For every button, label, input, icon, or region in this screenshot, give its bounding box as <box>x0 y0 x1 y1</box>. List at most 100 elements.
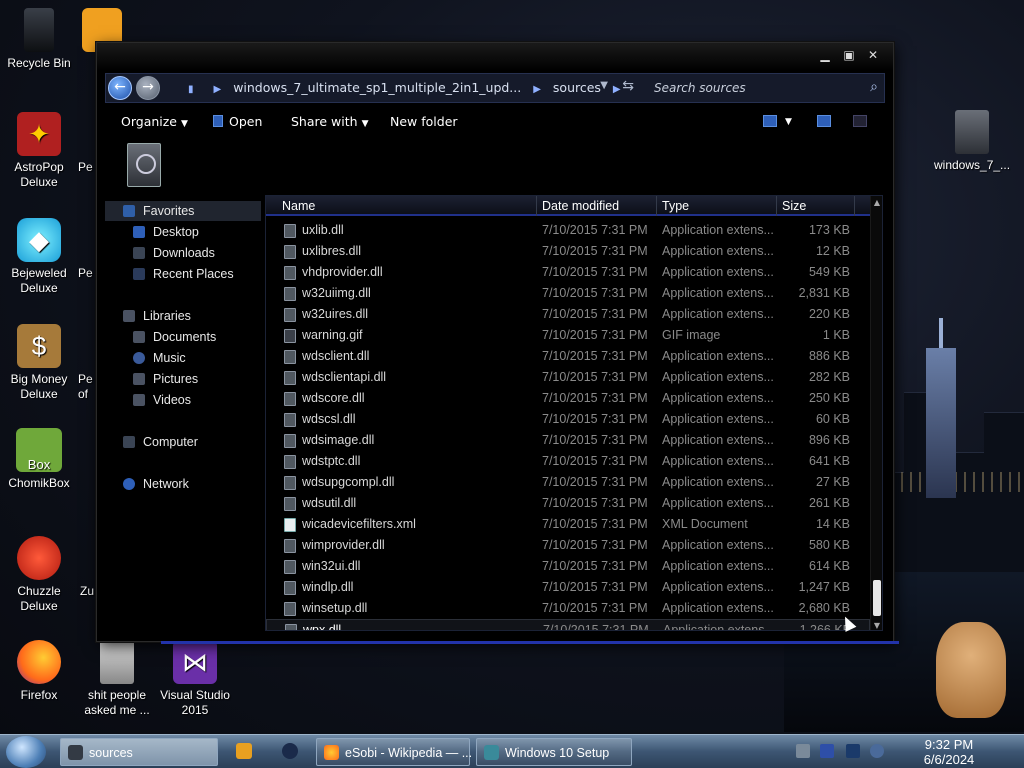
nav-favorites[interactable]: Favorites <box>105 201 261 221</box>
desktop-icon-chuzzle[interactable]: Chuzzle Deluxe <box>1 536 77 614</box>
file-list[interactable]: Name Date modified Type Size uxlib.dll 7/… <box>265 195 883 631</box>
tray-icon-network[interactable] <box>796 744 810 758</box>
minimize-button[interactable]: ▁ <box>815 48 835 62</box>
nav-downloads[interactable]: Downloads <box>133 243 215 263</box>
breadcrumb-segment[interactable]: sources <box>553 80 601 95</box>
share-with-button[interactable]: Share with ▼ <box>291 114 369 129</box>
tray-icon-display[interactable] <box>846 744 860 758</box>
file-row[interactable]: win32ui.dll 7/10/2015 7:31 PM Application … <box>266 556 870 577</box>
column-divider[interactable] <box>656 196 657 216</box>
desktop-icon-firefox[interactable]: Firefox <box>1 640 77 703</box>
file-row[interactable]: uxlib.dll 7/10/2015 7:31 PM Application ex… <box>266 220 870 241</box>
media-player-icon[interactable] <box>236 743 252 759</box>
close-button[interactable]: ✕ <box>863 48 883 62</box>
nav-network[interactable]: Network <box>123 474 189 494</box>
file-icon <box>284 287 296 301</box>
desktop-icon-astropop[interactable]: ✦ AstroPop Deluxe <box>1 112 77 190</box>
nav-libraries[interactable]: Libraries <box>123 306 191 326</box>
nav-pictures[interactable]: Pictures <box>133 369 198 389</box>
address-dropdown-icon[interactable]: ▼ <box>600 80 608 91</box>
file-row[interactable]: wdsimage.dll 7/10/2015 7:31 PM Application… <box>266 430 870 451</box>
file-type: Application extens... <box>662 412 774 426</box>
back-button[interactable]: ← <box>108 76 132 100</box>
preview-pane-button[interactable] <box>817 115 831 127</box>
hamster-gadget[interactable] <box>936 622 1006 718</box>
desktop-icon-big-money[interactable]: $ Big Money Deluxe <box>1 324 77 402</box>
address-bar[interactable]: ▮ ▶ windows_7_ultimate_sp1_multiple_2in1… <box>180 74 629 102</box>
forward-button[interactable]: → <box>136 76 160 100</box>
scroll-down-icon[interactable]: ▼ <box>871 621 882 630</box>
file-row[interactable]: warning.gif 7/10/2015 7:31 PM GIF image 1 K… <box>266 325 870 346</box>
title-bar[interactable]: ▁ ▣ ✕ <box>97 43 893 71</box>
column-divider[interactable] <box>776 196 777 216</box>
desktop-icon-recycle-bin[interactable]: Recycle Bin <box>1 8 77 71</box>
file-row[interactable]: w32uiimg.dll 7/10/2015 7:31 PM Application… <box>266 283 870 304</box>
change-view-button[interactable] <box>763 115 777 127</box>
file-size: 27 KB <box>815 475 850 489</box>
file-row[interactable]: wdsclient.dll 7/10/2015 7:31 PM Applicatio… <box>266 346 870 367</box>
nav-videos[interactable]: Videos <box>133 390 191 410</box>
file-row[interactable]: uxlibres.dll 7/10/2015 7:31 PM Application… <box>266 241 870 262</box>
nav-recent-places[interactable]: Recent Places <box>133 264 234 284</box>
app-quicklaunch-icon[interactable] <box>282 743 298 759</box>
taskbar-button-sources[interactable]: sources <box>60 738 218 766</box>
file-row[interactable]: w32uires.dll 7/10/2015 7:31 PM Application… <box>266 304 870 325</box>
file-row[interactable]: wdsclientapi.dll 7/10/2015 7:31 PM Applica… <box>266 367 870 388</box>
file-row[interactable]: wdscsl.dll 7/10/2015 7:31 PM Application e… <box>266 409 870 430</box>
column-header-name[interactable]: Name <box>282 199 315 213</box>
refresh-icon[interactable]: ⇆ <box>622 78 634 94</box>
vertical-scrollbar[interactable]: ▲ ▼ <box>870 196 882 630</box>
file-row[interactable]: wdstptc.dll 7/10/2015 7:31 PM Application … <box>266 451 870 472</box>
column-divider[interactable] <box>854 196 855 216</box>
tray-icon-shield[interactable] <box>820 744 834 758</box>
volume-icon[interactable] <box>870 744 884 758</box>
taskbar-button-windows-setup[interactable]: Windows 10 Setup <box>476 738 632 766</box>
view-options-chevron-icon[interactable]: ▼ <box>785 117 792 127</box>
file-icon <box>284 497 296 511</box>
desktop-icon-bejeweled[interactable]: ◆ Bejeweled Deluxe <box>1 218 77 296</box>
search-icon[interactable]: ⌕ <box>870 79 878 95</box>
file-row[interactable]: wdsupgcompl.dll 7/10/2015 7:31 PM Applicat… <box>266 472 870 493</box>
nav-computer[interactable]: Computer <box>123 432 198 452</box>
column-header-type[interactable]: Type <box>662 199 689 213</box>
desktop-icon-folder-shit-people[interactable]: shit people asked me ... <box>79 640 155 718</box>
start-button[interactable] <box>6 736 46 768</box>
maximize-button[interactable]: ▣ <box>839 48 859 62</box>
explorer-window[interactable]: ▁ ▣ ✕ ← → ▮ ▶ windows_7_ultimate_sp1_mul… <box>96 42 899 644</box>
file-row[interactable]: wdsutil.dll 7/10/2015 7:31 PM Application … <box>266 493 870 514</box>
nav-desktop[interactable]: Desktop <box>133 222 199 242</box>
new-folder-button[interactable]: New folder <box>390 114 458 129</box>
chevron-right-icon[interactable]: ▶ <box>533 84 541 95</box>
taskbar-button-esobi[interactable]: eSobi - Wikipedia — ... <box>316 738 472 766</box>
nav-music[interactable]: Music <box>133 348 186 368</box>
file-row[interactable]: wpx.dll 7/10/2015 7:31 PM Application exte… <box>266 619 870 631</box>
file-row[interactable]: wimprovider.dll 7/10/2015 7:31 PM Applicat… <box>266 535 870 556</box>
breadcrumb-segment[interactable]: windows_7_ultimate_sp1_multiple_2in1_upd… <box>233 80 521 95</box>
column-header-date[interactable]: Date modified <box>542 199 619 213</box>
scroll-up-icon[interactable]: ▲ <box>871 198 882 207</box>
desktop-icon-visual-studio[interactable]: ⋈ Visual Studio 2015 <box>157 640 233 718</box>
nav-documents[interactable]: Documents <box>133 327 216 347</box>
file-name: wdsutil.dll <box>302 496 357 510</box>
search-input[interactable]: Search sources ⌕ <box>644 74 884 102</box>
column-header-size[interactable]: Size <box>782 199 806 213</box>
help-button[interactable] <box>853 115 867 127</box>
file-type: Application extens... <box>663 623 775 631</box>
desktop-icon-chomikbox[interactable]: Box ChomikBox <box>1 428 77 491</box>
file-size: 14 KB <box>815 517 850 531</box>
open-button[interactable]: Open <box>213 114 262 129</box>
organize-button[interactable]: Organize ▼ <box>121 114 188 129</box>
chevron-right-icon[interactable]: ▶ <box>613 84 621 95</box>
file-row[interactable]: vhdprovider.dll 7/10/2015 7:31 PM Applicat… <box>266 262 870 283</box>
file-row[interactable]: winsetup.dll 7/10/2015 7:31 PM Application… <box>266 598 870 619</box>
scrollbar-thumb[interactable] <box>873 580 881 616</box>
file-row[interactable]: wdscore.dll 7/10/2015 7:31 PM Application … <box>266 388 870 409</box>
file-row[interactable]: wicadevicefilters.xml 7/10/2015 7:31 PM XM… <box>266 514 870 535</box>
column-divider[interactable] <box>536 196 537 216</box>
taskbar-clock[interactable]: 9:32 PM 6/6/2024 <box>894 737 1004 767</box>
wallpaper-tower <box>926 318 956 498</box>
file-icon <box>284 329 296 343</box>
desktop-icon-windows7-folder[interactable]: windows_7_... <box>934 110 1010 173</box>
command-bar: Organize ▼ Open Share with ▼ New folder ▼ <box>105 107 885 137</box>
file-row[interactable]: windlp.dll 7/10/2015 7:31 PM Application e… <box>266 577 870 598</box>
